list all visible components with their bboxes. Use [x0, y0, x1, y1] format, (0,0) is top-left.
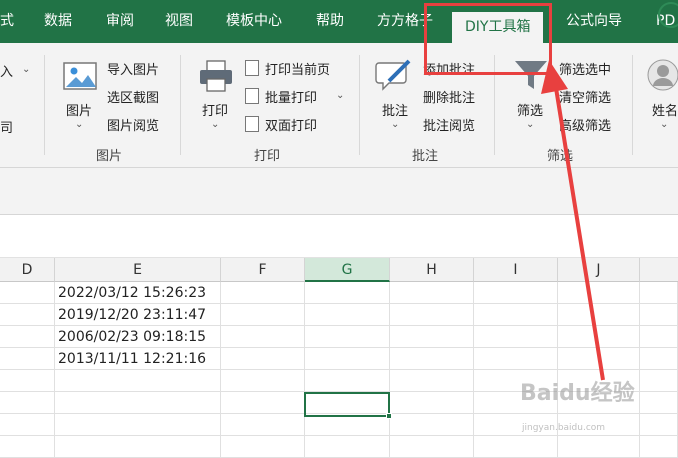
watermark: Baidu经验: [520, 381, 635, 406]
watermark-url: jingyan.baidu.com: [522, 423, 606, 433]
